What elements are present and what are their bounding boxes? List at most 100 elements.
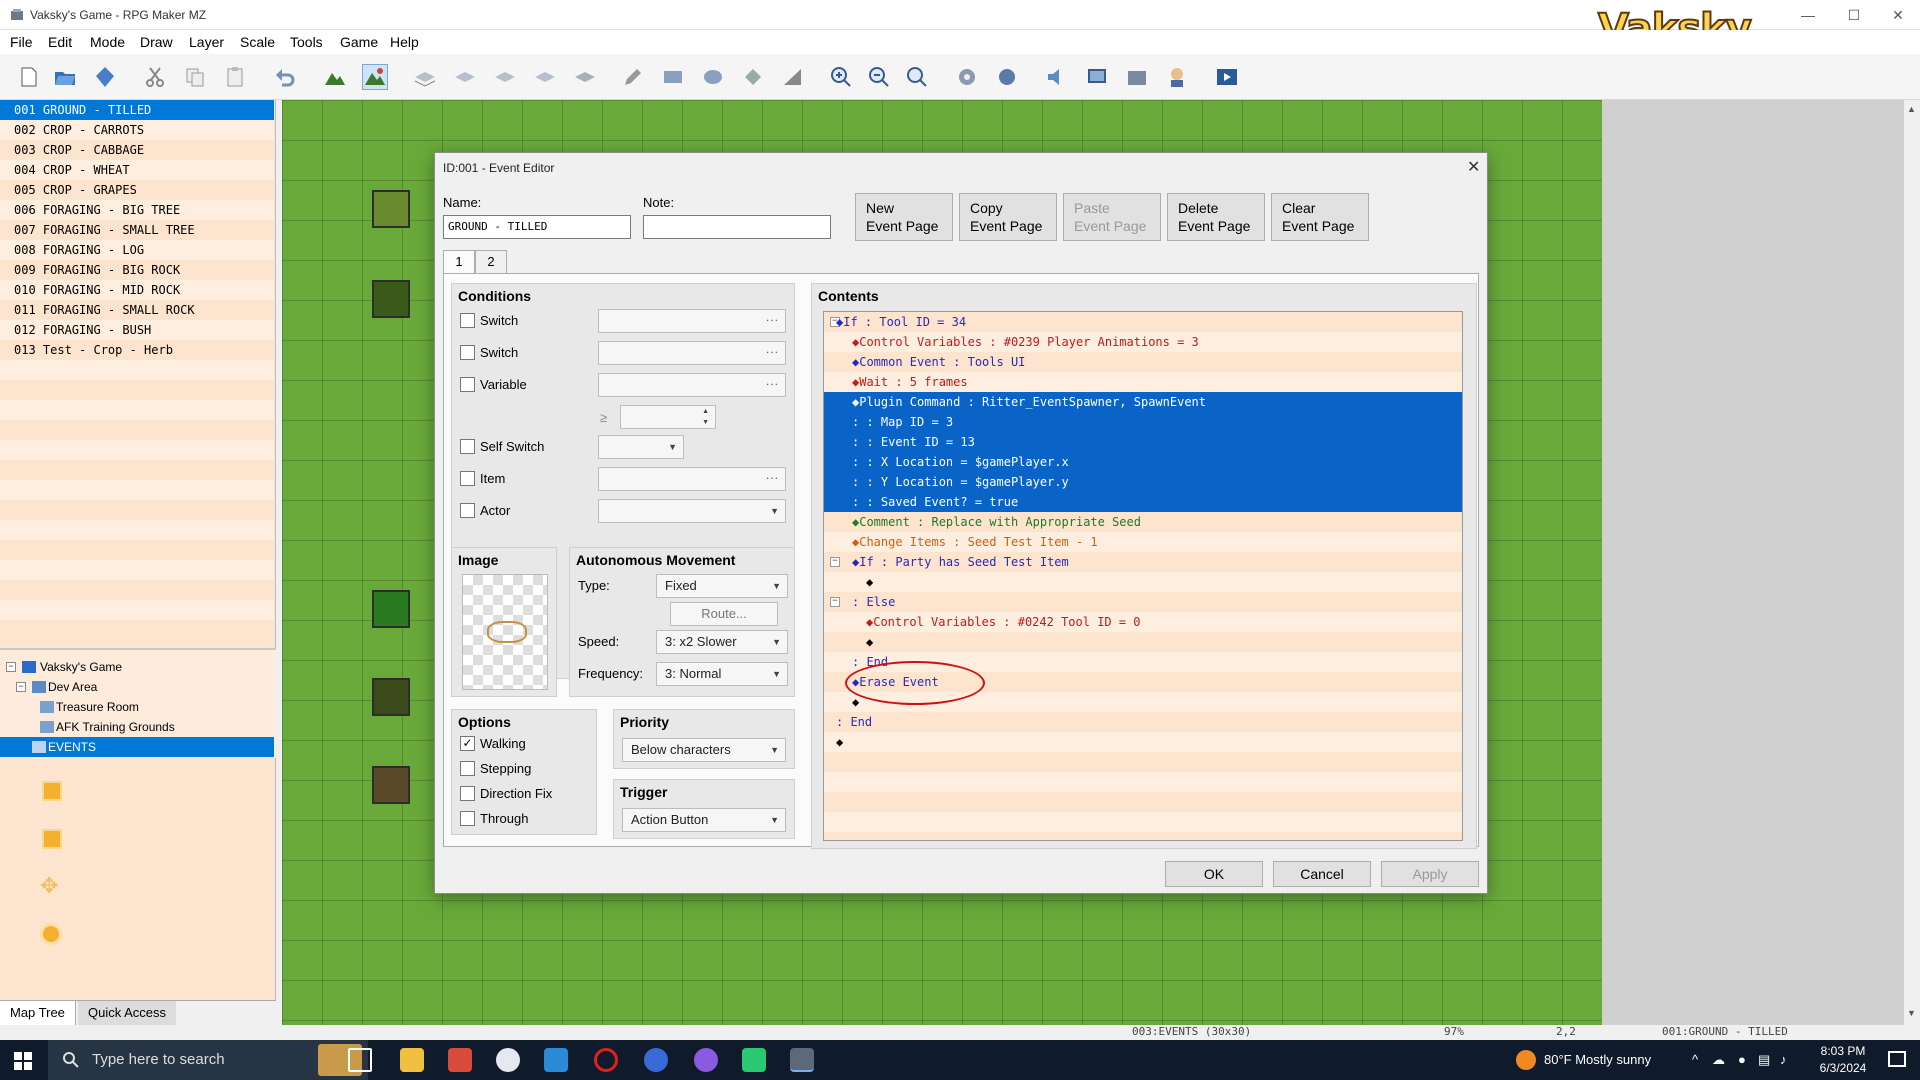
list-item-empty[interactable] (0, 420, 274, 440)
ellipse-icon[interactable] (700, 64, 726, 90)
flood-fill-icon[interactable] (740, 64, 766, 90)
map-event-tile[interactable] (372, 766, 410, 804)
command-line[interactable]: ◆Change Items : Seed Test Item - 1 (824, 532, 1462, 552)
tab-quick-access[interactable]: Quick Access (78, 1001, 177, 1025)
frequency-select[interactable]: 3: Normal ▼ (656, 662, 788, 686)
tree-item[interactable]: Treasure Room (0, 697, 274, 717)
name-input[interactable]: GROUND - TILLED (443, 215, 631, 239)
opera-browser-icon[interactable] (594, 1048, 618, 1072)
menu-file[interactable]: File (10, 34, 33, 50)
discord-icon[interactable] (694, 1048, 718, 1072)
layer-1-icon[interactable] (412, 64, 438, 90)
file-explorer-icon[interactable] (400, 1048, 424, 1072)
layer-2-icon[interactable] (452, 64, 478, 90)
direction-fix-checkbox[interactable] (460, 786, 475, 801)
minimize-icon[interactable]: — (1788, 4, 1828, 26)
app-icon-2[interactable] (496, 1048, 520, 1072)
command-line[interactable]: ◆Control Variables : #0239 Player Animat… (824, 332, 1462, 352)
playtest-icon[interactable] (1214, 64, 1240, 90)
notifications-icon[interactable] (1888, 1051, 1906, 1067)
menu-game[interactable]: Game (340, 34, 378, 50)
tile-icon[interactable]: ✥ (40, 875, 64, 899)
list-item[interactable]: 005 CROP - GRAPES (0, 180, 274, 200)
switch1-checkbox[interactable] (460, 313, 475, 328)
tree-root[interactable]: − Vaksky's Game (0, 657, 274, 677)
command-line[interactable]: ◆Wait : 5 frames (824, 372, 1462, 392)
menu-tools[interactable]: Tools (290, 34, 323, 50)
item-checkbox[interactable] (460, 471, 475, 486)
menu-edit[interactable]: Edit (48, 34, 72, 50)
tile-palette[interactable]: ✥ (0, 757, 274, 1027)
scroll-down-icon[interactable]: ▼ (1907, 1008, 1916, 1018)
app-icon-5[interactable] (742, 1048, 766, 1072)
switch2-checkbox[interactable] (460, 345, 475, 360)
command-line[interactable] (824, 772, 1462, 792)
tile-icon[interactable] (42, 781, 62, 801)
list-item[interactable]: 002 CROP - CARROTS (0, 120, 274, 140)
walking-checkbox[interactable]: ✓ (460, 736, 475, 751)
command-line[interactable] (824, 812, 1462, 832)
list-item-empty[interactable] (0, 440, 274, 460)
event-mode-icon[interactable] (362, 64, 388, 90)
weather-icon[interactable] (1516, 1050, 1536, 1070)
event-searcher-icon[interactable] (1084, 64, 1110, 90)
shadow-pen-icon[interactable] (780, 64, 806, 90)
cloud-icon[interactable]: ☁ (1712, 1052, 1725, 1068)
command-line[interactable]: − ◆If : Party has Seed Test Item (824, 552, 1462, 572)
speed-select[interactable]: 3: x2 Slower ▼ (656, 630, 788, 654)
actor-select[interactable]: ▼ (598, 499, 786, 523)
character-generator-icon[interactable] (1164, 64, 1190, 90)
event-image-preview[interactable] (462, 574, 548, 690)
command-line[interactable]: : End (824, 712, 1462, 732)
task-view-icon[interactable] (348, 1048, 372, 1072)
cancel-button[interactable]: Cancel (1273, 861, 1371, 887)
command-line[interactable]: ◆ (824, 572, 1462, 592)
list-item[interactable]: 010 FORAGING - MID ROCK (0, 280, 274, 300)
self-switch-select[interactable]: ▼ (598, 435, 684, 459)
map-event-tile[interactable] (372, 590, 410, 628)
paste-event-page-button[interactable]: Paste Event Page (1063, 193, 1161, 241)
tab-map-tree[interactable]: Map Tree (0, 1001, 76, 1025)
layer-auto-icon[interactable] (572, 64, 598, 90)
open-project-icon[interactable] (52, 64, 78, 90)
command-line[interactable]: ◆Plugin Command : Ritter_EventSpawner, S… (824, 392, 1462, 412)
zoom-in-icon[interactable] (828, 64, 854, 90)
list-item-empty[interactable] (0, 360, 274, 380)
list-item[interactable]: 003 CROP - CABBAGE (0, 140, 274, 160)
command-line[interactable]: : : Map ID = 3 (824, 412, 1462, 432)
menu-layer[interactable]: Layer (189, 34, 224, 50)
weather-text[interactable]: 80°F Mostly sunny (1544, 1052, 1651, 1067)
paste-icon[interactable] (222, 64, 248, 90)
layer-4-icon[interactable] (532, 64, 558, 90)
mic-icon[interactable]: ● (1738, 1052, 1746, 1067)
list-item-empty[interactable] (0, 480, 274, 500)
tree-item[interactable]: AFK Training Grounds (0, 717, 274, 737)
command-line[interactable]: : : Event ID = 13 (824, 432, 1462, 452)
tab-page-2[interactable]: 2 (475, 250, 507, 274)
sound-test-icon[interactable] (1044, 64, 1070, 90)
copy-icon[interactable] (182, 64, 208, 90)
command-line[interactable]: ◆Comment : Replace with Appropriate Seed (824, 512, 1462, 532)
list-item-empty[interactable] (0, 460, 274, 480)
command-line[interactable]: ◆ (824, 732, 1462, 752)
close-icon[interactable]: ✕ (1467, 157, 1480, 177)
scroll-up-icon[interactable]: ▲ (1907, 104, 1916, 114)
menu-draw[interactable]: Draw (140, 34, 173, 50)
command-line[interactable]: ◆ (824, 632, 1462, 652)
delete-event-page-button[interactable]: Delete Event Page (1167, 193, 1265, 241)
trigger-select[interactable]: Action Button ▼ (622, 808, 786, 832)
switch2-select[interactable]: ... (598, 341, 786, 365)
rpg-maker-task-icon[interactable] (790, 1048, 814, 1072)
command-line[interactable] (824, 752, 1462, 772)
menu-scale[interactable]: Scale (240, 34, 275, 50)
list-item-empty[interactable] (0, 500, 274, 520)
plugin-manager-icon[interactable] (994, 64, 1020, 90)
app-icon-1[interactable] (448, 1048, 472, 1072)
list-item[interactable]: 006 FORAGING - BIG TREE (0, 200, 274, 220)
windows-start-icon[interactable] (14, 1052, 32, 1070)
clear-event-page-button[interactable]: Clear Event Page (1271, 193, 1369, 241)
tray-expand-icon[interactable]: ^ (1692, 1052, 1698, 1067)
command-line[interactable]: : : Y Location = $gamePlayer.y (824, 472, 1462, 492)
volume-icon[interactable]: ♪ (1780, 1052, 1787, 1067)
taskbar-search-input[interactable]: Type here to search (48, 1040, 368, 1080)
